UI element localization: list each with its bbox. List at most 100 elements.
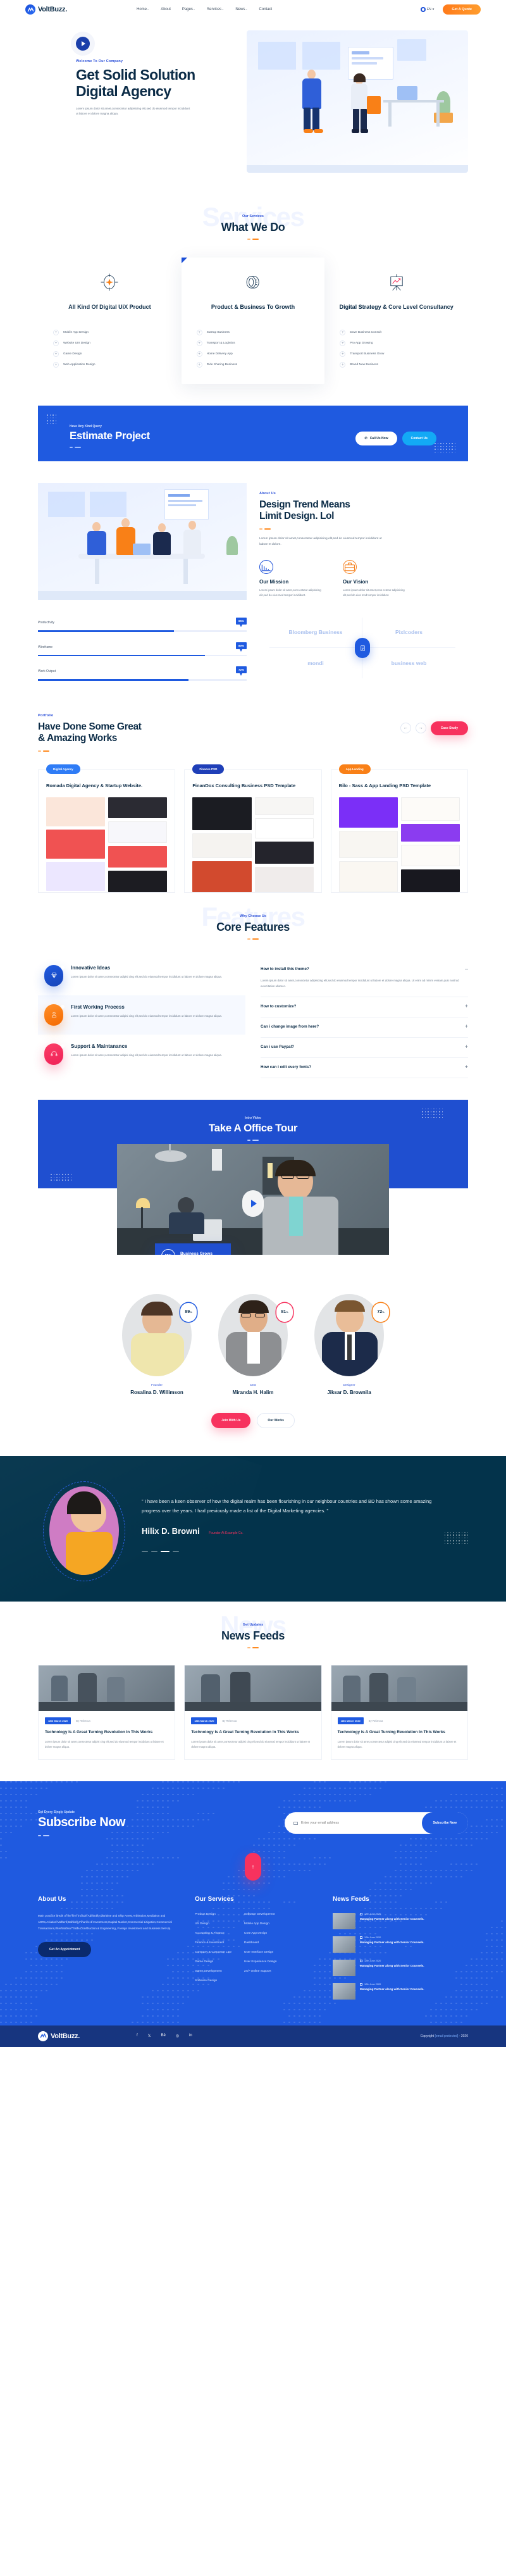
- twitter-icon[interactable]: 𝕏: [148, 2034, 151, 2038]
- scroll-to-top-button[interactable]: ↑: [245, 1852, 261, 1881]
- feature-item[interactable]: Support & Maintanance Lorem ipsum dolor …: [38, 1035, 245, 1074]
- get-a-quote-button[interactable]: Get A Quote: [443, 4, 481, 15]
- arrow-left-icon[interactable]: ←: [400, 723, 411, 733]
- footer-link[interactable]: Product Design: [195, 1913, 231, 1916]
- dribbble-icon[interactable]: ◎: [176, 2034, 179, 2038]
- footer-link[interactable]: Mobile App Design: [244, 1922, 277, 1926]
- footer-link[interactable]: Accounting & Finance: [195, 1932, 231, 1935]
- list-item[interactable]: + Pro App Growing: [340, 340, 373, 346]
- plus-icon[interactable]: +: [465, 1003, 468, 1009]
- case-study-button[interactable]: Case Study: [430, 721, 468, 735]
- team-member[interactable]: 81% CEO Miranda H. Halim: [212, 1293, 294, 1395]
- plus-icon[interactable]: +: [465, 1043, 468, 1050]
- get-an-appointment-button[interactable]: Get An Appointment: [38, 1941, 92, 1957]
- service-card[interactable]: Digital Strategy & Core Level Consultanc…: [324, 258, 468, 384]
- video-player[interactable]: 65% Business Grows Grow is dosn't matter…: [117, 1143, 389, 1255]
- faq-item[interactable]: Can i use Paypal? +: [261, 1038, 468, 1058]
- portfolio-card[interactable]: Digital Agency Romada Digital Agency & S…: [38, 764, 176, 893]
- faq-accordion: How to install this theme? – Lorem ipsum…: [261, 956, 468, 1078]
- social-links: f 𝕏 Bē ◎ in: [137, 2034, 192, 2038]
- footer-link[interactable]: Game Development: [195, 1970, 231, 1973]
- nav-item-home[interactable]: Home⌄: [137, 8, 149, 11]
- footer-link[interactable]: Company & Corporate Law: [195, 1951, 231, 1954]
- skill-bars: Productivity 65% Wireframe 80% Work Outp…: [38, 618, 247, 691]
- page-title: Get Solid Solution Digital Agency: [76, 66, 228, 100]
- footer-link[interactable]: Software Developemnt: [244, 1913, 277, 1916]
- footer-link[interactable]: Dashboard: [244, 1941, 277, 1944]
- linkedin-icon[interactable]: in: [189, 2034, 192, 2038]
- language-selector[interactable]: EN ▾: [420, 7, 434, 12]
- nav-item-contact[interactable]: Contact: [259, 8, 273, 11]
- portfolio-card[interactable]: App Landing Bilo - Sass & App Landing PS…: [330, 764, 468, 893]
- footer-news-item[interactable]: 12th June 2020 Managing Partner along wi…: [333, 1912, 453, 1929]
- subscribe-button[interactable]: Subscribe Now: [421, 1812, 468, 1834]
- footer-link[interactable]: User Interface Design: [244, 1951, 277, 1954]
- arrow-right-icon[interactable]: →: [415, 723, 426, 733]
- minus-icon[interactable]: –: [465, 966, 468, 972]
- team-member[interactable]: 89% Founder Rosalina D. Willimson: [116, 1293, 198, 1395]
- nav-item-about[interactable]: About: [161, 8, 171, 11]
- mission-vision-row: Our Mission Lorem ipsum dolor sit amet,c…: [259, 560, 455, 598]
- news-card[interactable]: 18th March 2020 By Rebecca Technology Is…: [330, 1664, 468, 1760]
- list-item[interactable]: + Home Delivery App: [196, 351, 233, 357]
- hero-play-button[interactable]: [76, 37, 90, 51]
- list-item[interactable]: + Ride Sharing Business: [196, 362, 237, 368]
- list-item[interactable]: + Brand New Business: [340, 362, 378, 368]
- team-member[interactable]: 72% Designer Jiksar D. Brownila: [308, 1293, 390, 1395]
- email-input[interactable]: [301, 1821, 422, 1826]
- footer-link[interactable]: 24/7 Online Support: [244, 1970, 277, 1973]
- footer-link[interactable]: Game Design: [195, 1960, 231, 1963]
- footer-link[interactable]: Software Design: [195, 1979, 231, 1982]
- service-card[interactable]: All Kind Of Digital UiX Product + Mobile …: [38, 258, 182, 384]
- faq-item[interactable]: Can i change image from here? +: [261, 1017, 468, 1038]
- footer-link[interactable]: Finance & Investment: [195, 1941, 231, 1944]
- feature-item[interactable]: First Working Process Lorem ipsum dolor …: [38, 995, 245, 1035]
- list-item[interactable]: + Transport Business Grow: [340, 351, 384, 357]
- footer-link[interactable]: Core App Design: [244, 1932, 277, 1935]
- list-item[interactable]: + Startup Business: [196, 330, 230, 335]
- call-us-now-button[interactable]: ✆ Call Us Now: [355, 431, 397, 445]
- list-item[interactable]: + Website UIX Design: [53, 340, 90, 346]
- status-badge: App Landing: [338, 764, 371, 774]
- portfolio-card[interactable]: Finance PSD FinanDox Consulting Business…: [184, 764, 322, 893]
- list-item[interactable]: + Game Design: [53, 351, 82, 357]
- mission-text: Lorem ipsum dolor sit amet,cons ectetur …: [259, 588, 321, 597]
- phone-icon: ✆: [364, 436, 367, 440]
- footer-link[interactable]: User Experience Design: [244, 1960, 277, 1963]
- carousel-dots[interactable]: [142, 1550, 436, 1552]
- footer-logo[interactable]: VoltBuzz.: [38, 2031, 80, 2041]
- service-card-featured[interactable]: Product & Business To Growth + Startup Bu…: [181, 258, 325, 384]
- faq-item[interactable]: How can i edit every fonts? +: [261, 1058, 468, 1078]
- faq-item[interactable]: How to customize? +: [261, 997, 468, 1017]
- nav-item-services[interactable]: Services⌄: [207, 8, 224, 11]
- hero-content: Welcome To Our Company Get Solid Solutio…: [38, 33, 228, 117]
- logo[interactable]: VoltBuzz.: [25, 4, 67, 15]
- faq-question: How to customize?: [261, 1004, 297, 1009]
- list-item[interactable]: + Web Application Design: [53, 362, 96, 368]
- footer-news-item[interactable]: 12th June 2020 Managing Partner along wi…: [333, 1982, 453, 2000]
- list-item[interactable]: + Dove Business Consult: [340, 330, 381, 335]
- nav-item-pages[interactable]: Pages⌄: [182, 8, 195, 11]
- play-button[interactable]: [242, 1190, 264, 1217]
- email-link[interactable]: [email protected]: [435, 2034, 458, 2038]
- news-section: News Get Updates News Feeds 18th March 2…: [38, 1602, 468, 1760]
- nav-item-news[interactable]: News⌄: [235, 8, 247, 11]
- news-card[interactable]: 18th March 2020 By Rebecca Technology Is…: [184, 1664, 322, 1760]
- join-with-us-button[interactable]: Join With Us: [211, 1412, 251, 1428]
- divider-dashes: [38, 750, 141, 752]
- feature-item[interactable]: Innovative Ideas Lorem ipsum dolor sit a…: [38, 956, 245, 995]
- list-item[interactable]: + Mobile App Design: [53, 330, 89, 335]
- footer-link[interactable]: UX Design: [195, 1922, 231, 1926]
- plus-icon[interactable]: +: [465, 1023, 468, 1030]
- facebook-icon[interactable]: f: [137, 2034, 138, 2038]
- faq-item[interactable]: How to install this theme? – Lorem ipsum…: [261, 960, 468, 997]
- portfolio-eyebrow: Portfolio: [38, 713, 54, 718]
- footer-news-item[interactable]: 12th June 2020 Managing Partner along wi…: [333, 1959, 453, 1976]
- footer-news-item[interactable]: 12th June 2020 Managing Partner along wi…: [333, 1936, 453, 1953]
- our-works-button[interactable]: Our Works: [257, 1412, 295, 1428]
- news-card[interactable]: 18th March 2020 By Rebecca Technology Is…: [38, 1664, 176, 1760]
- list-item[interactable]: + Transport & Logistics: [196, 340, 235, 346]
- behance-icon[interactable]: Bē: [161, 2034, 166, 2038]
- contact-us-button[interactable]: Contact Us: [402, 431, 436, 445]
- plus-icon[interactable]: +: [465, 1064, 468, 1070]
